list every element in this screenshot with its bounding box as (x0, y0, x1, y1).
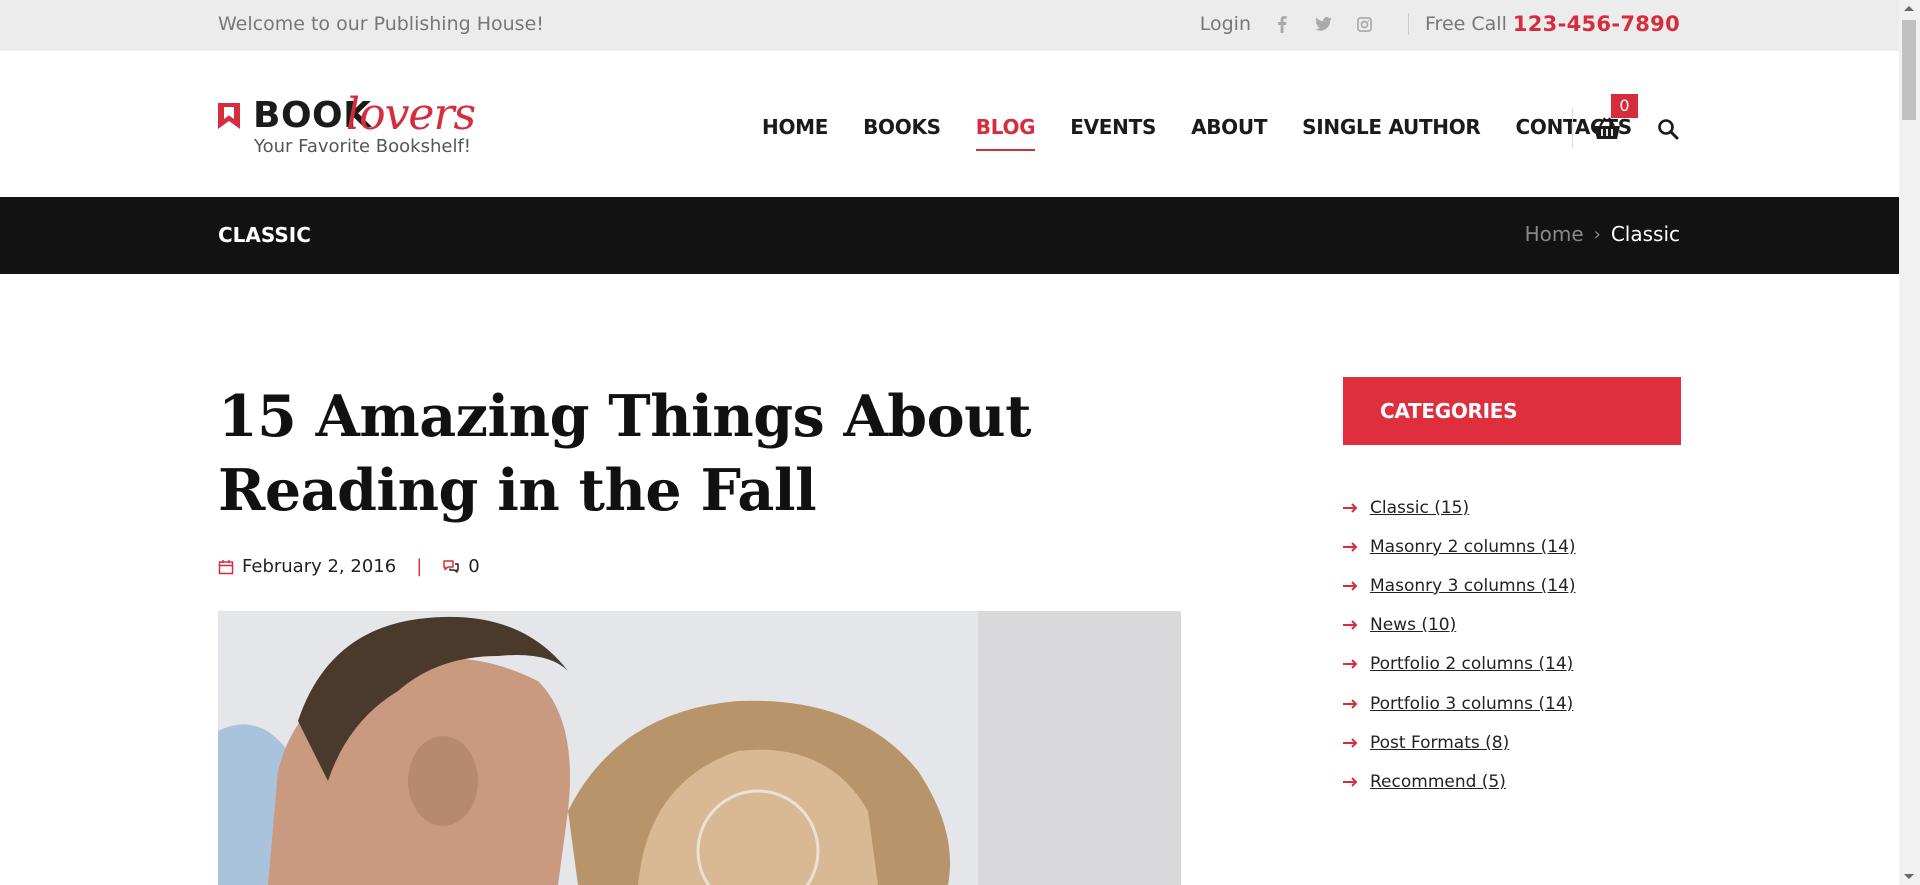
categories-title: CATEGORIES (1380, 399, 1518, 423)
category-link[interactable]: Post Formats (8) (1370, 733, 1509, 753)
page-title: CLASSIC (218, 223, 311, 247)
arrow-right-icon (1343, 581, 1358, 591)
nav-item-single-author[interactable]: SINGLE AUTHOR (1302, 115, 1481, 151)
category-item: Portfolio 3 columns (14) (1343, 684, 1576, 723)
post-date[interactable]: February 2, 2016 (242, 556, 396, 577)
category-link[interactable]: Portfolio 3 columns (14) (1370, 694, 1573, 714)
breadcrumb: Home › Classic (1525, 222, 1680, 246)
category-item: Masonry 2 columns (14) (1343, 527, 1576, 566)
comments-icon (443, 559, 460, 573)
categories-header: CATEGORIES (1343, 377, 1681, 445)
arrow-right-icon (1343, 777, 1358, 787)
comments-count[interactable]: 0 (468, 556, 479, 577)
arrow-right-icon (1343, 502, 1358, 513)
cart-icon[interactable] (1592, 115, 1622, 145)
category-link[interactable]: Masonry 3 columns (14) (1370, 576, 1576, 596)
instagram-icon[interactable] (1355, 15, 1373, 33)
arrow-right-icon (1343, 659, 1358, 670)
category-item: Post Formats (8) (1343, 723, 1576, 762)
divider (1408, 13, 1410, 35)
site-logo[interactable]: BOOK lovers Your Favorite Bookshelf! (218, 89, 478, 161)
header-divider (1572, 108, 1573, 148)
post-featured-image[interactable] (218, 611, 1181, 885)
free-call-label: Free Call (1425, 13, 1507, 35)
category-item: Portfolio 2 columns (14) (1343, 645, 1576, 684)
category-link[interactable]: Portfolio 2 columns (14) (1370, 654, 1573, 674)
search-icon[interactable] (1656, 117, 1680, 141)
nav-item-home[interactable]: HOME (762, 115, 828, 151)
vertical-scrollbar[interactable] (1899, 0, 1920, 885)
main-nav: HOME BOOKS BLOG EVENTS ABOUT SINGLE AUTH… (762, 115, 1667, 151)
top-bar: Welcome to our Publishing House! Login F… (0, 0, 1899, 51)
top-bar-right: Login Free Call 123-456-7890 (1200, 11, 1680, 37)
meta-separator: | (416, 556, 423, 577)
category-item: News (10) (1343, 606, 1576, 645)
logo-tagline: Your Favorite Bookshelf! (254, 136, 472, 157)
breadcrumb-current: Classic (1610, 222, 1680, 246)
cart-count-badge: 0 (1611, 94, 1638, 118)
couple-reading-photo (218, 611, 1181, 885)
page-title-bar: CLASSIC Home › Classic (0, 197, 1899, 274)
scroll-up-arrow-icon[interactable] (1904, 6, 1914, 11)
login-link[interactable]: Login (1200, 13, 1251, 35)
category-link[interactable]: News (10) (1370, 615, 1456, 635)
arrow-right-icon (1343, 698, 1358, 709)
phone-number[interactable]: 123-456-7890 (1513, 12, 1680, 36)
category-link[interactable]: Recommend (5) (1370, 772, 1506, 792)
category-link[interactable]: Classic (15) (1370, 498, 1469, 518)
nav-item-events[interactable]: EVENTS (1070, 115, 1156, 151)
arrow-right-icon (1343, 738, 1358, 748)
bookmark-logo-icon (218, 103, 240, 129)
calendar-icon (218, 559, 234, 574)
categories-list: Classic (15) Masonry 2 columns (14) Maso… (1343, 488, 1576, 802)
category-item: Masonry 3 columns (14) (1343, 566, 1576, 605)
twitter-icon[interactable] (1314, 15, 1332, 33)
scroll-down-arrow-icon[interactable] (1904, 874, 1914, 879)
post-title[interactable]: 15 Amazing Things About Reading in the F… (218, 380, 1198, 528)
breadcrumb-home-link[interactable]: Home (1525, 222, 1584, 246)
welcome-text: Welcome to our Publishing House! (218, 13, 544, 35)
chevron-right-icon: › (1593, 223, 1601, 245)
category-item: Classic (15) (1343, 488, 1576, 527)
arrow-right-icon (1343, 620, 1358, 630)
logo-text-lovers: lovers (346, 89, 476, 140)
category-link[interactable]: Masonry 2 columns (14) (1370, 537, 1576, 557)
category-item: Recommend (5) (1343, 762, 1576, 801)
arrow-right-icon (1343, 542, 1358, 552)
facebook-icon[interactable] (1273, 15, 1291, 33)
scrollbar-thumb[interactable] (1902, 20, 1916, 120)
post-meta: February 2, 2016 | 0 (218, 556, 480, 577)
nav-item-about[interactable]: ABOUT (1191, 115, 1267, 151)
nav-item-blog[interactable]: BLOG (975, 115, 1036, 151)
site-header: BOOK lovers Your Favorite Bookshelf! HOM… (0, 51, 1899, 197)
nav-item-books[interactable]: BOOKS (863, 115, 941, 151)
